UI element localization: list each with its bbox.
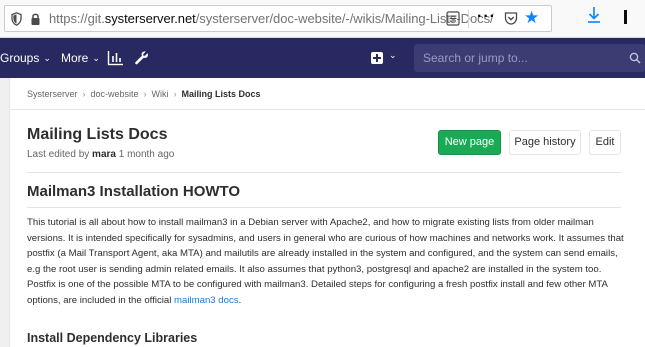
breadcrumb-item-systerserver[interactable]: Systerserver: [27, 89, 78, 99]
breadcrumb-item-doc-website[interactable]: doc-website: [91, 89, 139, 99]
url-prefix: https://git.: [49, 11, 105, 26]
groups-menu[interactable]: Groups ⌄: [0, 51, 51, 65]
article-paragraph: This tutorial is all about how to instal…: [27, 215, 625, 309]
divider: [27, 172, 621, 173]
download-icon[interactable]: [587, 6, 601, 26]
page-title: Mailing Lists Docs: [27, 126, 168, 143]
plus-square-icon: [371, 52, 383, 64]
breadcrumb-item-current[interactable]: Mailing Lists Docs: [182, 89, 261, 99]
chevron-right-icon: ›: [173, 89, 177, 99]
edit-button[interactable]: Edit: [589, 130, 621, 155]
page-history-button[interactable]: Page history: [509, 130, 581, 155]
url-text[interactable]: https://git.systerserver.net/systerserve…: [49, 11, 494, 26]
search-icon[interactable]: [629, 52, 641, 64]
mailman3-docs-link[interactable]: mailman3 docs: [174, 295, 239, 306]
browser-toolbar: https://git.systerserver.net/systerserve…: [0, 0, 645, 38]
last-edited-time: 1 month ago: [118, 149, 175, 160]
divider: [11, 109, 645, 110]
breadcrumb-item-wiki[interactable]: Wiki: [152, 89, 169, 99]
more-label: More: [61, 51, 89, 65]
main-content: Systerserver › doc-website › Wiki › Mailing Li…: [11, 78, 645, 347]
shield-icon[interactable]: [11, 12, 22, 26]
chevron-right-icon: ›: [143, 89, 147, 99]
search-placeholder: Search or jump to...: [423, 51, 528, 65]
activity-chart-icon[interactable]: [107, 50, 124, 66]
wrench-icon[interactable]: [134, 50, 149, 65]
address-bar[interactable]: https://git.systerserver.net/systerserve…: [4, 5, 552, 32]
last-edited-prefix: Last edited by: [27, 149, 90, 160]
bookmark-star-icon[interactable]: ★: [524, 8, 539, 28]
breadcrumb: Systerserver › doc-website › Wiki › Mailing Li…: [27, 89, 261, 99]
new-page-button[interactable]: New page: [438, 130, 501, 155]
last-edited-user[interactable]: mara: [92, 149, 116, 160]
groups-label: Groups: [0, 51, 40, 65]
lock-icon[interactable]: [30, 12, 41, 26]
sidebar-edge: [0, 78, 10, 347]
paragraph-text: This tutorial is all about how to instal…: [27, 217, 624, 306]
url-host: systerserver.net: [104, 11, 196, 26]
chevron-down-icon: ⌄: [43, 53, 51, 63]
search-input[interactable]: Search or jump to...: [414, 44, 645, 72]
page-actions-menu-icon[interactable]: ···: [477, 8, 496, 26]
top-navbar: Groups ⌄ More ⌄ ⌄ Search or jump to...: [0, 38, 645, 78]
article-subheading: Install Dependency Libraries: [27, 331, 198, 345]
divider: [27, 207, 621, 208]
reader-view-icon[interactable]: [446, 11, 460, 26]
last-edited-info: Last edited by mara 1 month ago: [27, 149, 174, 160]
new-item-dropdown[interactable]: ⌄: [371, 50, 407, 67]
more-menu[interactable]: More ⌄: [61, 51, 100, 65]
paragraph-end: .: [238, 294, 242, 306]
library-icon[interactable]: [624, 10, 627, 24]
url-separator: [468, 10, 469, 28]
article-heading: Mailman3 Installation HOWTO: [27, 183, 241, 200]
chevron-right-icon: ›: [82, 89, 86, 99]
chevron-down-icon: ⌄: [92, 53, 100, 63]
pocket-icon[interactable]: [504, 11, 518, 26]
chevron-down-icon: ⌄: [389, 50, 397, 60]
